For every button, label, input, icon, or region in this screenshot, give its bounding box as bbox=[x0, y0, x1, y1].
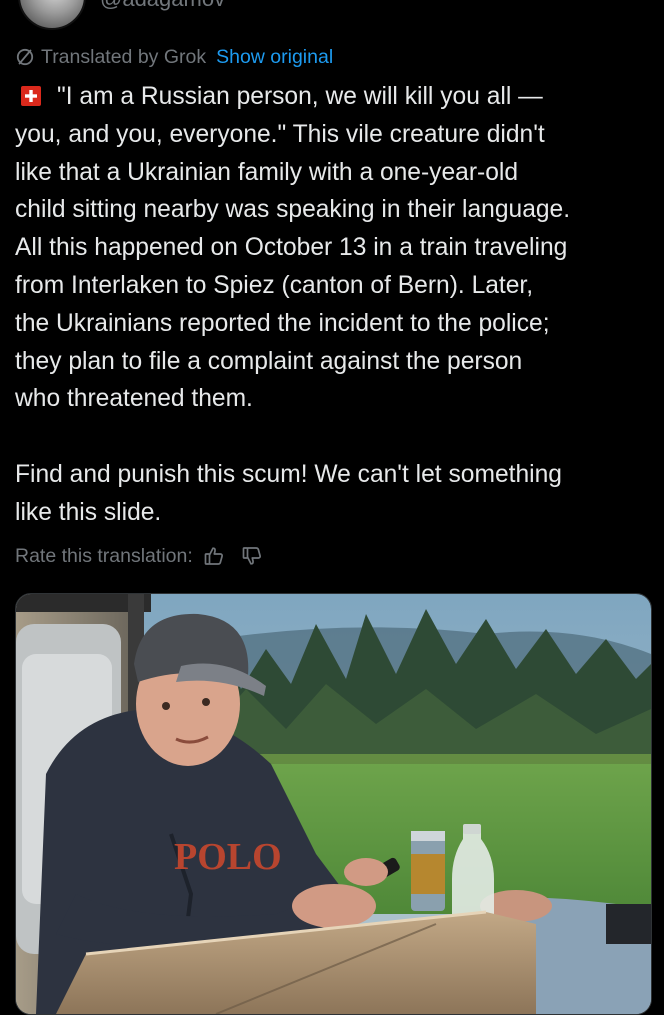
show-original-link[interactable]: Show original bbox=[216, 46, 333, 69]
swiss-flag-icon bbox=[21, 80, 41, 106]
tweet-text: "I am a Russian person, we will kill you… bbox=[15, 78, 653, 532]
train-scene-illustration: POLO bbox=[16, 594, 651, 1014]
tweet-line: from Interlaken to Spiez (canton of Bern… bbox=[15, 271, 534, 299]
tweet-line: Find and punish this scum! We can't let … bbox=[15, 460, 562, 488]
rate-translation: Rate this translation: bbox=[15, 542, 265, 570]
slashed-circle-icon bbox=[15, 47, 35, 67]
tweet-line: All this happened on October 13 in a tra… bbox=[15, 234, 568, 262]
tweet-line: the Ukrainians reported the incident to … bbox=[15, 309, 550, 337]
rate-translation-label: Rate this translation: bbox=[15, 544, 193, 567]
translation-notice: Translated by Grok Show original bbox=[15, 44, 333, 70]
hoodie-print: POLO bbox=[174, 836, 282, 878]
avatar[interactable] bbox=[18, 0, 86, 30]
video-thumbnail[interactable]: POLO bbox=[15, 593, 652, 1015]
author-handle[interactable]: @adagamov bbox=[100, 0, 225, 12]
tweet-line-text: "I am a Russian person, we will kill you… bbox=[57, 83, 543, 110]
tweet-line: child sitting nearby was speaking in the… bbox=[15, 196, 571, 224]
tweet-line: like this slide. bbox=[15, 498, 162, 526]
tweet-line: they plan to file a complaint against th… bbox=[15, 347, 523, 375]
tweet-line: you, and you, everyone." This vile creat… bbox=[15, 120, 545, 148]
tweet-line: who threatened them. bbox=[15, 385, 253, 413]
translated-by-label: Translated by Grok bbox=[41, 45, 207, 68]
thumbs-down-icon[interactable] bbox=[239, 543, 265, 569]
thumbs-up-icon[interactable] bbox=[201, 543, 227, 569]
tweet-line: like that a Ukrainian family with a one-… bbox=[15, 158, 519, 186]
tweet-line: "I am a Russian person, we will kill you… bbox=[15, 78, 653, 116]
